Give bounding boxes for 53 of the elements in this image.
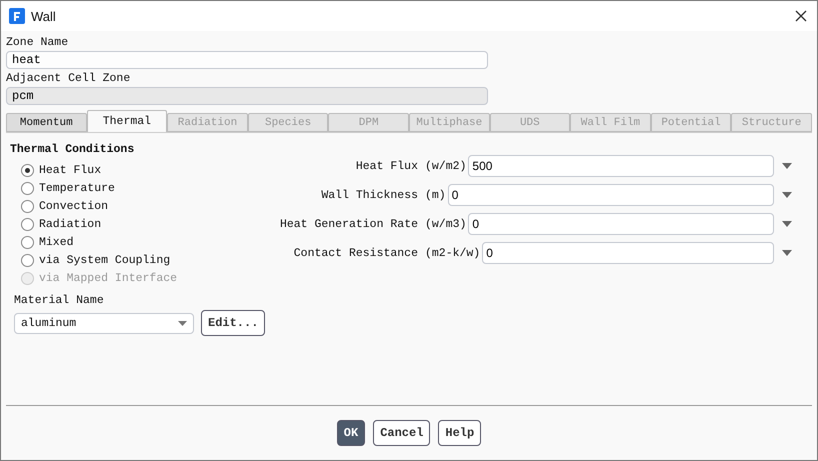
radio-option[interactable]: Convection xyxy=(10,197,268,215)
radio-label: Temperature xyxy=(39,182,115,194)
radio-label: Convection xyxy=(39,200,108,212)
radio-label: via Mapped Interface xyxy=(39,272,178,284)
tab[interactable]: Momentum xyxy=(6,113,87,132)
radio-option[interactable]: Heat Flux xyxy=(10,161,268,179)
parameter-label: Heat Flux xyxy=(354,160,418,172)
radio-button[interactable] xyxy=(21,254,34,266)
radio-option[interactable]: Temperature xyxy=(10,179,268,197)
dropdown-arrow-icon[interactable] xyxy=(782,163,792,169)
field-label: Adjacent Cell Zone xyxy=(6,71,132,87)
parameter-label: Heat Generation Rate xyxy=(278,218,418,230)
dialog-button[interactable]: Cancel xyxy=(373,420,430,446)
unit-label: (w/m2) xyxy=(425,160,466,172)
parameter-input[interactable]: 500 xyxy=(468,155,774,177)
radio-button[interactable] xyxy=(21,182,34,194)
dialog-button[interactable]: OK xyxy=(336,420,366,446)
radio-button[interactable] xyxy=(21,164,34,176)
radio-button[interactable] xyxy=(21,218,34,230)
dropdown-arrow-icon[interactable] xyxy=(782,221,792,227)
field-label: Material Name xyxy=(13,294,105,309)
section-title: Thermal Conditions xyxy=(10,143,136,158)
radio-option[interactable]: Radiation xyxy=(10,215,268,233)
edit-button[interactable]: Edit... xyxy=(201,310,266,336)
zone-name-field[interactable]: heat xyxy=(6,51,488,69)
window-title: Wall xyxy=(31,8,56,24)
dropdown-arrow-icon xyxy=(178,320,187,326)
adjacent-cell-zone-field[interactable]: pcm xyxy=(6,87,488,105)
tab[interactable]: Thermal xyxy=(86,110,168,132)
close-icon xyxy=(795,10,807,22)
radio-button[interactable] xyxy=(21,200,34,212)
field-label: Zone Name xyxy=(6,35,70,51)
unit-label: (m2-k/w) xyxy=(425,246,480,260)
radio-label: Radiation xyxy=(39,218,102,230)
dropdown-arrow-icon[interactable] xyxy=(782,192,792,198)
radio-option[interactable]: via System Coupling xyxy=(10,251,268,269)
parameter-input[interactable]: 0 xyxy=(482,242,774,264)
parameter-input[interactable]: 0 xyxy=(468,213,774,235)
parameter-label: Wall Thickness xyxy=(320,188,418,202)
app-logo-icon xyxy=(9,8,25,24)
radio-option[interactable]: Mixed xyxy=(10,233,268,251)
dropdown-arrow-icon[interactable] xyxy=(782,250,792,256)
parameter-input[interactable]: 0 xyxy=(448,184,774,206)
unit-label: (w/m3) xyxy=(425,218,466,230)
close-button[interactable] xyxy=(793,8,809,24)
unit-label: (m) xyxy=(425,188,446,202)
material-dropdown[interactable]: aluminum xyxy=(14,312,194,334)
radio-label: via System Coupling xyxy=(39,254,170,266)
radio-label: Mixed xyxy=(39,236,74,248)
parameter-label: Contact Resistance xyxy=(292,246,418,260)
dialog-button[interactable]: Help xyxy=(438,420,482,446)
radio-label: Heat Flux xyxy=(39,164,102,176)
radio-button[interactable] xyxy=(21,236,34,248)
